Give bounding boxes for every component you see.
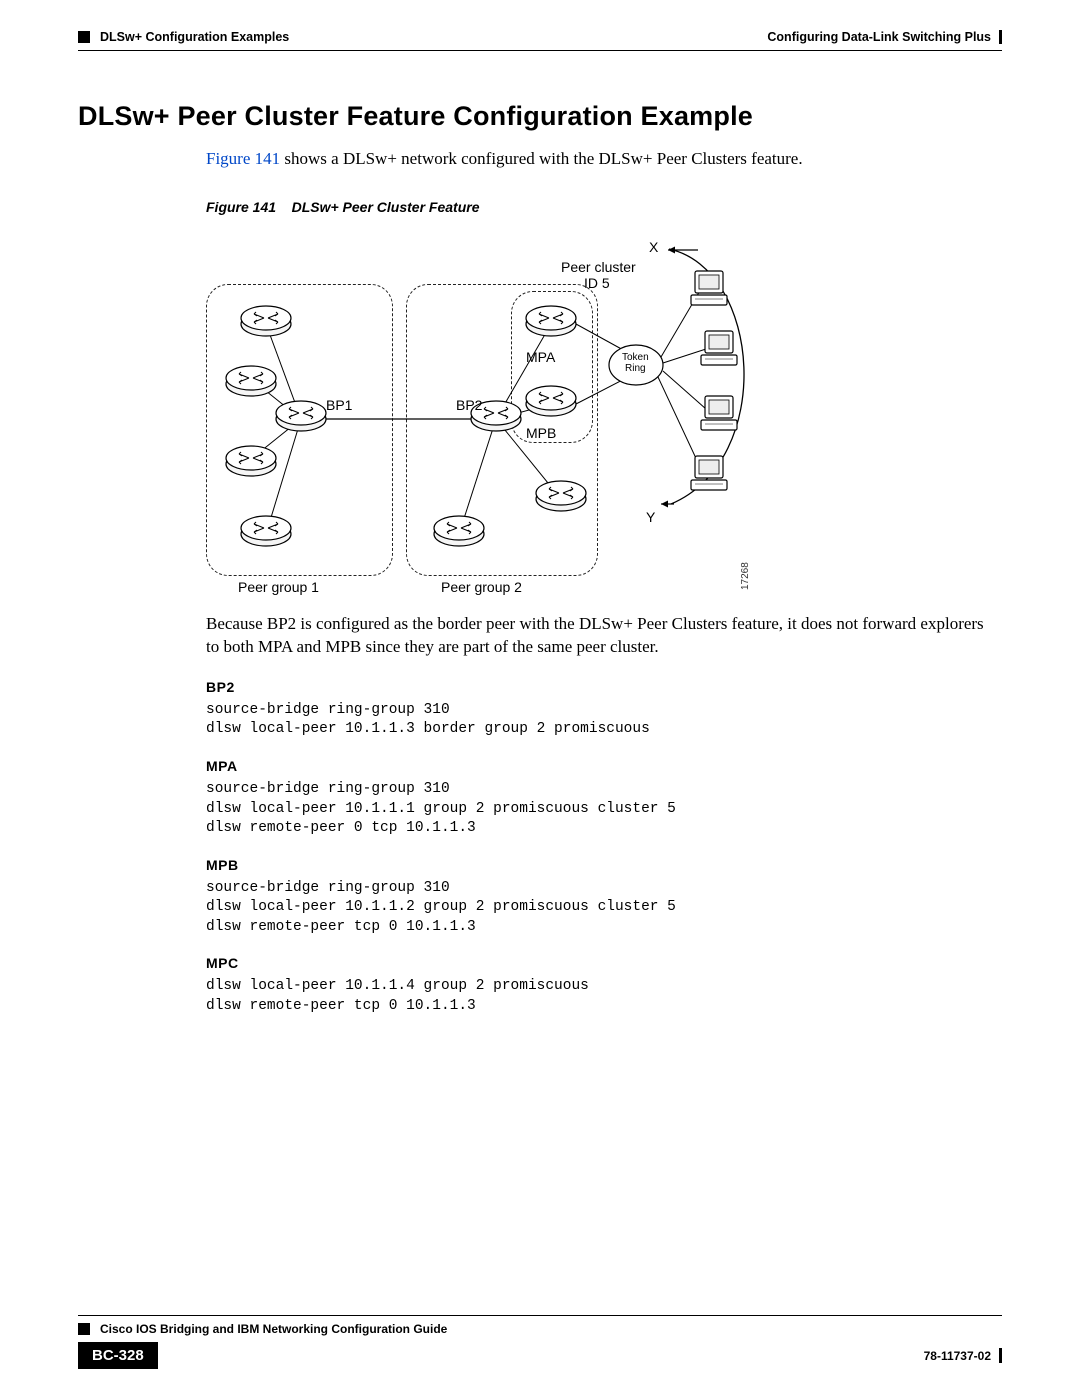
footer-bar-icon (999, 1348, 1002, 1363)
figure-caption-prefix: Figure 141 (206, 199, 276, 215)
figure-caption: Figure 141 DLSw+ Peer Cluster Feature (78, 199, 1002, 215)
config-code: source-bridge ring-group 310 dlsw local-… (206, 701, 1002, 740)
footer-rule (78, 1315, 1002, 1316)
label-x: X (649, 239, 658, 255)
diagram-svg (206, 229, 766, 599)
figure-diagram: X Peer cluster ID 5 MPA MPB BP1 BP2 Toke… (206, 229, 766, 599)
figure-id: 17268 (740, 562, 751, 590)
footer-square-icon (78, 1323, 90, 1335)
page-title: DLSw+ Peer Cluster Feature Configuration… (78, 101, 1002, 132)
config-code: dlsw local-peer 10.1.1.4 group 2 promisc… (206, 977, 1002, 1016)
header-left-text: DLSw+ Configuration Examples (100, 30, 289, 44)
config-title: BP2 (206, 679, 1002, 695)
doc-number: 78-11737-02 (924, 1349, 991, 1363)
label-bp1: BP1 (326, 397, 352, 413)
label-peer-group-2: Peer group 2 (441, 579, 522, 595)
label-id5: ID 5 (584, 275, 610, 291)
config-code: source-bridge ring-group 310 dlsw local-… (206, 780, 1002, 839)
config-block: MPC dlsw local-peer 10.1.1.4 group 2 prom… (78, 955, 1002, 1016)
config-code: source-bridge ring-group 310 dlsw local-… (206, 879, 1002, 938)
header-right-text: Configuring Data-Link Switching Plus (767, 30, 991, 44)
footer-book-title: Cisco IOS Bridging and IBM Networking Co… (100, 1322, 447, 1336)
config-block: BP2 source-bridge ring-group 310 dlsw loc… (78, 679, 1002, 740)
label-token-ring: Token Ring (622, 352, 649, 374)
page-footer: Cisco IOS Bridging and IBM Networking Co… (78, 1315, 1002, 1369)
label-y: Y (646, 509, 655, 525)
config-block: MPA source-bridge ring-group 310 dlsw loc… (78, 758, 1002, 839)
config-title: MPC (206, 955, 1002, 971)
figure-reference-link[interactable]: Figure 141 (206, 149, 280, 168)
intro-paragraph: Figure 141 shows a DLSw+ network configu… (78, 148, 1002, 171)
label-mpb: MPB (526, 425, 556, 441)
running-header: DLSw+ Configuration Examples Configuring… (78, 30, 1002, 44)
config-title: MPA (206, 758, 1002, 774)
label-peer-cluster: Peer cluster (561, 259, 636, 275)
config-block: MPB source-bridge ring-group 310 dlsw loc… (78, 857, 1002, 938)
header-square-icon (78, 31, 90, 43)
label-mpa: MPA (526, 349, 555, 365)
header-rule (78, 50, 1002, 51)
body-paragraph: Because BP2 is configured as the border … (78, 613, 1002, 659)
intro-rest: shows a DLSw+ network configured with th… (280, 149, 802, 168)
header-bar-icon (999, 30, 1002, 44)
page-number: BC-328 (78, 1342, 158, 1369)
label-peer-group-1: Peer group 1 (238, 579, 319, 595)
figure-caption-text: DLSw+ Peer Cluster Feature (292, 199, 480, 215)
config-title: MPB (206, 857, 1002, 873)
config-blocks: BP2 source-bridge ring-group 310 dlsw loc… (78, 679, 1002, 1017)
label-bp2: BP2 (456, 397, 482, 413)
